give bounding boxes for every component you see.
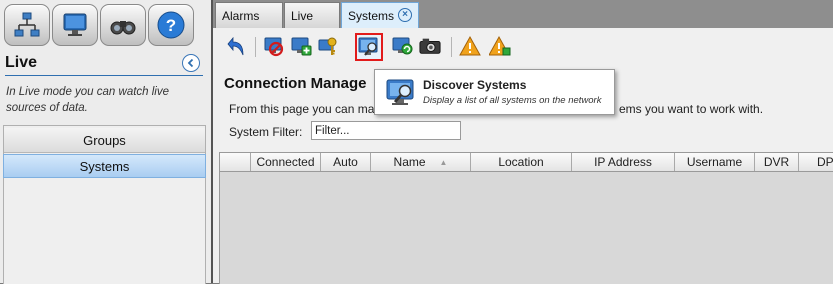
help-icon: ?: [157, 11, 185, 39]
back-arrow-icon: [227, 36, 244, 56]
tab-alarms[interactable]: Alarms: [215, 2, 283, 28]
add-system-icon: [291, 37, 312, 56]
nav-list: Groups Systems: [3, 125, 206, 284]
alarm-settings-button[interactable]: [489, 35, 511, 57]
column-header-label: Name: [393, 155, 426, 169]
tab-live[interactable]: Live: [284, 2, 340, 28]
monitor-icon: [63, 13, 87, 36]
toolbar-separator: [451, 37, 452, 57]
camera-icon: [419, 38, 441, 54]
tab-strip: Alarms Live Systems ×: [213, 0, 833, 29]
tab-label: Systems: [348, 9, 395, 23]
column-header-name[interactable]: Name ▲: [371, 153, 471, 171]
help-button[interactable]: ?: [148, 4, 194, 46]
svg-text:?: ?: [166, 16, 176, 35]
network-icon: [14, 12, 40, 37]
column-header-location[interactable]: Location: [471, 153, 572, 171]
table-header: Connected Auto Name ▲ Location IP Addres…: [220, 153, 833, 172]
search-systems-button[interactable]: [100, 4, 146, 46]
binoculars-icon: [110, 21, 136, 35]
collapse-panel-button[interactable]: [182, 54, 200, 72]
tooltip-description: Display a list of all systems on the net…: [423, 95, 602, 106]
page-description-continued: ems you want to work with.: [619, 102, 764, 116]
system-filter-label: System Filter:: [229, 125, 303, 139]
live-button[interactable]: [52, 4, 98, 46]
nav-item-groups[interactable]: Groups: [4, 128, 205, 153]
disconnect-system-icon: [264, 37, 284, 57]
refresh-system-icon: [392, 37, 413, 55]
refresh-system-button[interactable]: [391, 35, 413, 57]
column-header-ip-address[interactable]: IP Address: [572, 153, 675, 171]
discover-systems-button[interactable]: [355, 33, 383, 61]
nav-item-systems[interactable]: Systems: [3, 154, 206, 178]
page-description: From this page you can ma: [229, 102, 375, 116]
back-button[interactable]: [227, 35, 249, 57]
warning-icon: [459, 35, 481, 56]
alarm-button[interactable]: [459, 35, 481, 57]
snapshot-button[interactable]: [419, 35, 441, 57]
key-icon: [318, 37, 337, 55]
systems-table: Connected Auto Name ▲ Location IP Addres…: [219, 152, 833, 284]
tab-label: Alarms: [222, 8, 260, 23]
column-header-dp[interactable]: DP: [799, 153, 833, 171]
page-title: Connection Manage: [224, 75, 367, 92]
panel-description: In Live mode you can watch live sources …: [6, 86, 170, 114]
system-credentials-button[interactable]: [317, 35, 339, 57]
column-header-auto[interactable]: Auto: [321, 153, 371, 171]
tooltip-title: Discover Systems: [423, 78, 527, 92]
systems-page: Connection Manage From this page you can…: [213, 28, 833, 284]
system-filter-input[interactable]: [311, 121, 461, 140]
header-divider: [5, 75, 203, 76]
column-header-dvr[interactable]: DVR: [755, 153, 799, 171]
discover-systems-tooltip: Discover Systems Display a list of all s…: [374, 69, 615, 115]
nav-item-label: Groups: [83, 132, 126, 148]
sort-ascending-icon: ▲: [439, 157, 448, 167]
left-panel: ? Live In Live mode you can watch live s…: [0, 0, 211, 284]
warning-settings-icon: [489, 35, 511, 56]
toolbar-separator: [255, 37, 256, 57]
nav-item-label: Systems: [79, 158, 130, 174]
network-button[interactable]: [4, 4, 50, 46]
chevron-left-icon: [187, 58, 194, 68]
column-header-select[interactable]: [220, 153, 251, 171]
tab-label: Live: [291, 8, 314, 23]
column-header-connected[interactable]: Connected: [251, 153, 321, 171]
discover-systems-icon: [358, 37, 378, 56]
add-system-button[interactable]: [290, 35, 312, 57]
disconnect-system-button[interactable]: [263, 35, 285, 57]
panel-title: Live: [5, 54, 38, 71]
tab-systems[interactable]: Systems ×: [341, 2, 419, 29]
column-header-username[interactable]: Username: [675, 153, 755, 171]
close-tab-icon[interactable]: ×: [398, 8, 412, 22]
discover-systems-icon: [386, 79, 414, 105]
